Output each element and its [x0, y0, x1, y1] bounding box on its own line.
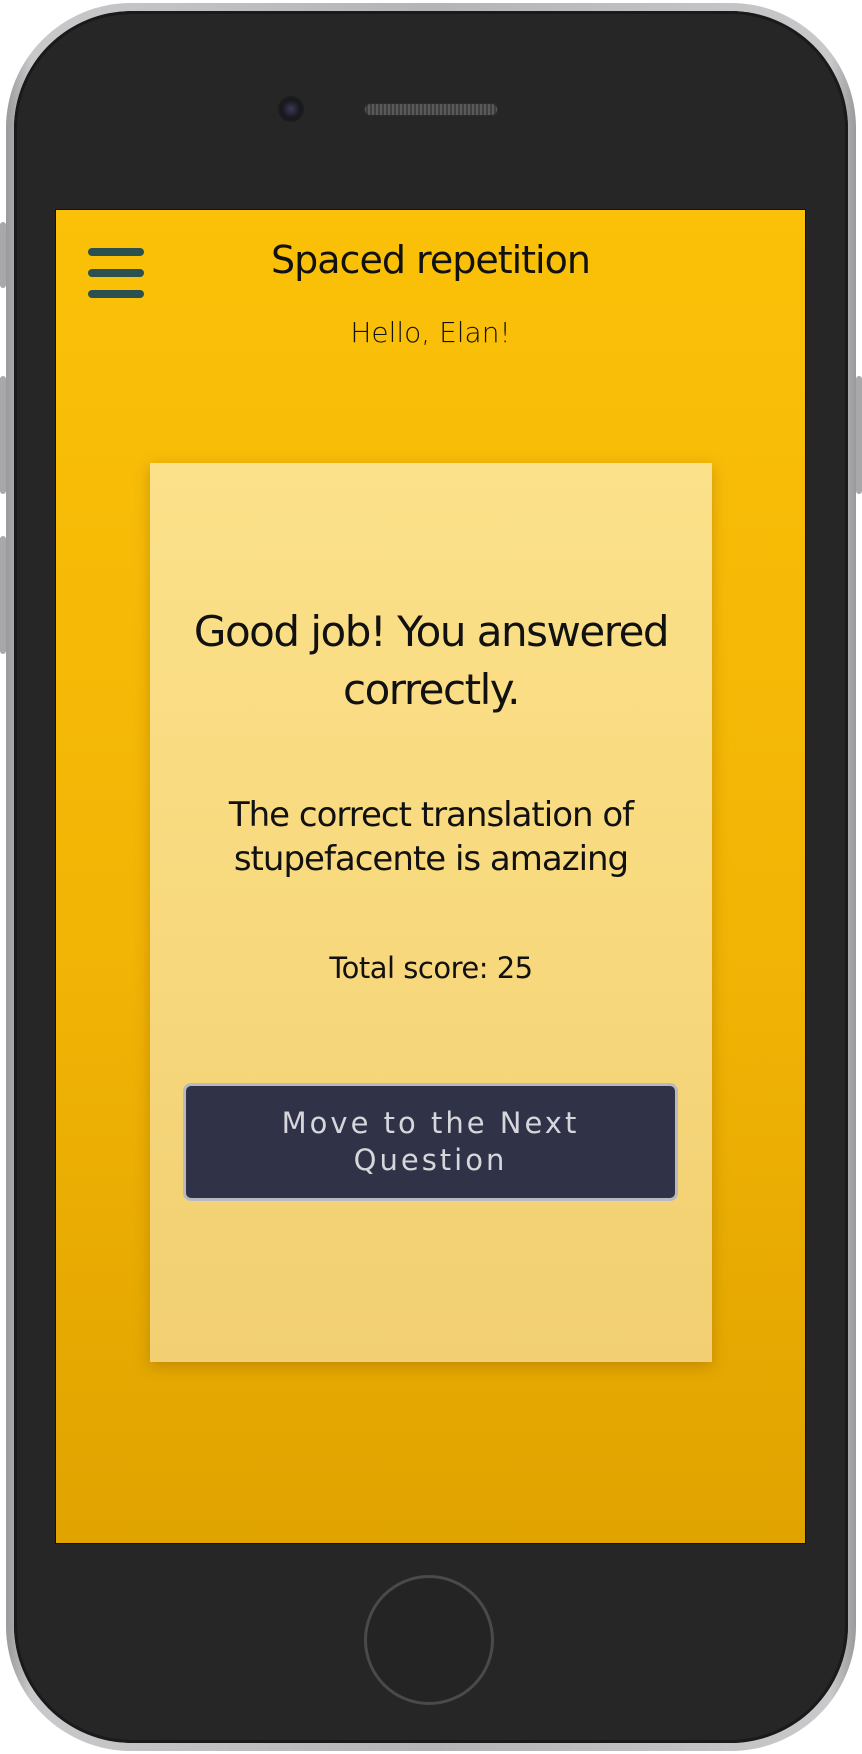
- earpiece-speaker: [364, 103, 498, 116]
- power-button: [856, 376, 862, 494]
- home-button[interactable]: [364, 1575, 494, 1705]
- result-heading: Good job! You answered correctly.: [193, 607, 670, 714]
- feedback-card: Good job! You answered correctly. The co…: [150, 463, 712, 1362]
- page-title: Spaced repetition: [271, 238, 591, 282]
- front-camera: [280, 98, 302, 120]
- mute-switch: [0, 222, 6, 288]
- volume-up-button: [0, 376, 6, 494]
- translation-text: The correct translation of stupefacente …: [228, 795, 634, 879]
- menu-bar-bottom: [88, 290, 144, 298]
- total-score: Total score: 25: [329, 951, 533, 985]
- next-question-button[interactable]: Move to the Next Question: [183, 1083, 678, 1201]
- user-greeting: Hello, Elan!: [350, 316, 511, 349]
- app-screen: Spaced repetition Hello, Elan! Good job!…: [55, 209, 806, 1544]
- volume-down-button: [0, 536, 6, 654]
